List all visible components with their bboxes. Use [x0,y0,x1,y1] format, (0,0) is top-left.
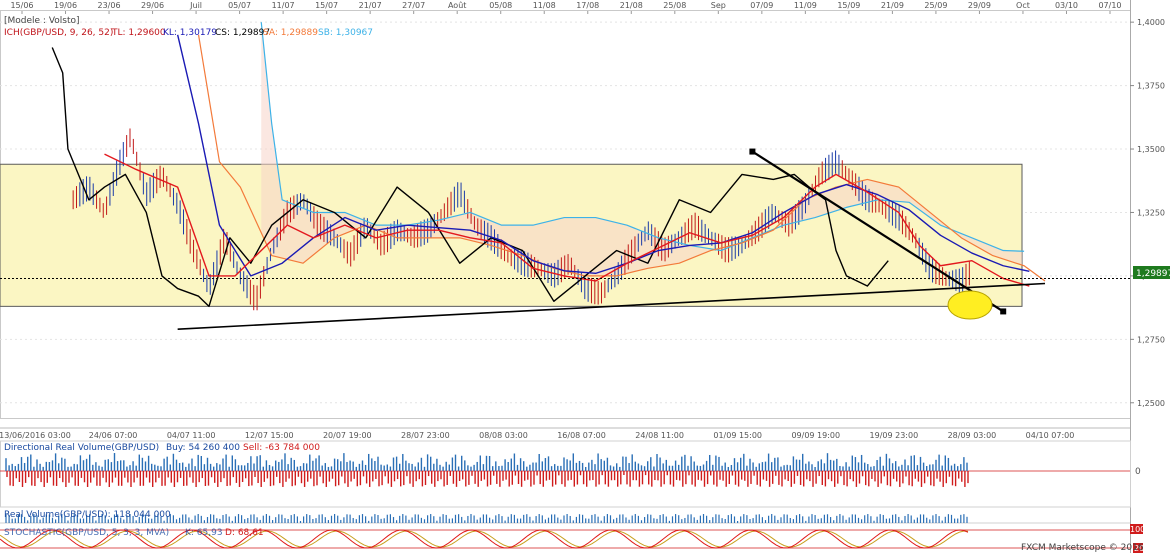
top-date-label: 19/06 [54,1,77,10]
top-date-label: Sep [711,1,726,10]
top-date-label: 17/08 [576,1,599,10]
bottom-time-label: 24/06 07:00 [89,431,138,440]
dvol-zero-label: 0 [1135,467,1141,477]
top-date-label: Oct [1016,1,1030,10]
top-date-label: 21/09 [881,1,904,10]
model-label: [Modele : Volsto] [4,16,80,26]
tenkan-label: TL: 1,29600 [111,28,166,38]
stoch-k-label: K: 65,93 [185,528,223,538]
bottom-time-label: 28/07 23:00 [401,431,450,440]
y-tick-label: 1,3250 [1137,208,1165,217]
chart-svg: 15/06 19/06 23/06 29/06 Juil 05/07 11/07 15/07 2… [0,0,1170,553]
top-date-label: 05/08 [489,1,512,10]
y-tick-label: 1,4000 [1137,18,1165,27]
highlight-ellipse [947,290,993,320]
bottom-time-label: 28/09 03:00 [948,431,997,440]
kijun-label: KL: 1,30179 [163,28,217,38]
top-date-label: 25/09 [924,1,947,10]
current-price-label: 1,29897 [1136,269,1170,279]
y-tick-label: 1,3500 [1137,145,1165,154]
bottom-time-label: 16/08 07:00 [557,431,606,440]
bottom-time-label: 12/07 15:00 [245,431,294,440]
bottom-time-label: 24/08 11:00 [635,431,684,440]
top-date-label: 11/09 [794,1,817,10]
stoch-label: STOCHASTIC(GBP/USD, 5, 3, 3, MVA) [4,528,169,538]
y-tick-label: 1,3750 [1137,82,1165,91]
top-date-label: 07/09 [750,1,773,10]
top-date-label: Août [448,1,466,10]
top-date-label: 05/07 [228,1,251,10]
top-date-label: 27/07 [402,1,425,10]
senkou-a-label: SA: 1,29889 [263,28,318,38]
senkou-b-label: SB: 1,30967 [318,28,373,38]
bottom-time-label: 20/07 19:00 [323,431,372,440]
y-tick-label: 1,2500 [1137,399,1165,408]
top-date-label: 15/06 [10,1,33,10]
bottom-time-label: 04/10 07:00 [1026,431,1075,440]
top-date-label: 03/10 [1055,1,1078,10]
y-tick-label: 1,2750 [1137,335,1165,344]
top-date-label: Juil [189,1,202,10]
top-date-label: 11/07 [272,1,295,10]
bottom-time-label: 13/06/2016 03:00 [0,431,71,440]
bottom-time-label: 04/07 11:00 [167,431,216,440]
stoch-d-label: D: 68,61 [225,528,264,538]
rvol-label: Real Volume(GBP/USD): 118 044 000 [4,510,171,520]
bottom-time-label: 19/09 23:00 [870,431,919,440]
dvol-sell-label: Sell: -63 784 000 [243,443,320,453]
dvol-buy-label: Buy: 54 260 400 [166,443,240,453]
top-date-label: 15/07 [315,1,338,10]
chart-root: 15/06 19/06 23/06 29/06 Juil 05/07 11/07 15/07 2… [0,0,1170,553]
top-date-label: 07/10 [1098,1,1121,10]
trendline-handle [749,148,756,155]
top-date-label: 29/06 [141,1,164,10]
top-date-label: 21/07 [359,1,382,10]
top-date-label: 25/08 [663,1,686,10]
dvol-label: Directional Real Volume(GBP/USD) [4,443,159,453]
footer-credit: FXCM Marketscope © 2016 [1021,543,1144,553]
trendline-handle [1000,308,1007,315]
top-date-label: 29/09 [968,1,991,10]
stoch-high-label: 100 [1130,525,1145,534]
ichimoku-label: ICH(GBP/USD, 9, 26, 52) [4,28,113,38]
chikou-label: CS: 1,29897 [215,28,270,38]
top-date-label: 15/09 [837,1,860,10]
bottom-time-label: 09/09 19:00 [791,431,840,440]
top-date-label: 21/08 [620,1,643,10]
top-date-label: 23/06 [98,1,121,10]
bottom-time-label: 01/09 15:00 [713,431,762,440]
top-date-label: 11/08 [533,1,556,10]
bottom-time-label: 08/08 03:00 [479,431,528,440]
